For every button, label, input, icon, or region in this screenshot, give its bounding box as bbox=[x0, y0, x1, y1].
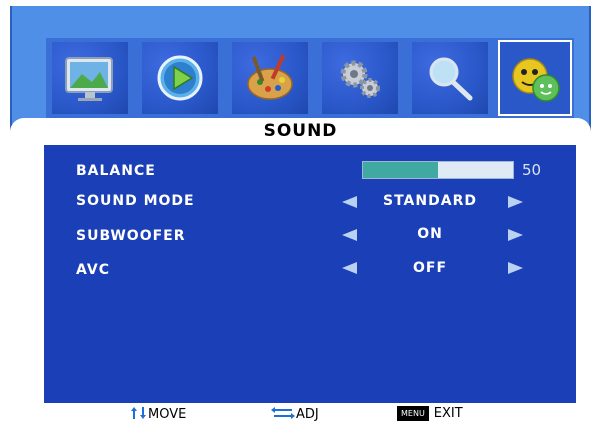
exit-hint: MENU EXIT bbox=[397, 406, 463, 421]
magnifier-icon bbox=[429, 57, 473, 101]
tab-sound[interactable] bbox=[498, 40, 572, 116]
avc-value: OFF bbox=[412, 260, 448, 276]
menu-tab-strip bbox=[46, 38, 574, 118]
menu-key-icon: MENU bbox=[397, 406, 429, 421]
palette-icon bbox=[247, 54, 293, 100]
balance-label[interactable]: BALANCE bbox=[76, 163, 156, 179]
tab-picture[interactable] bbox=[52, 42, 128, 114]
tab-playback[interactable] bbox=[142, 42, 218, 114]
exit-hint-label: EXIT bbox=[433, 406, 463, 421]
up-down-arrows-icon bbox=[131, 407, 146, 419]
footer-hints: MOVE ADJ MENU EXIT bbox=[10, 404, 591, 424]
tab-search[interactable] bbox=[412, 42, 488, 114]
sound-mode-value: STANDARD bbox=[383, 193, 477, 209]
play-icon bbox=[157, 55, 203, 101]
balance-slider[interactable] bbox=[362, 161, 514, 179]
balance-value: 50 bbox=[522, 161, 542, 179]
move-hint-label: MOVE bbox=[148, 407, 187, 422]
avc-left-arrow-icon[interactable] bbox=[342, 262, 357, 274]
menu-content bbox=[44, 145, 576, 403]
balance-slider-fill bbox=[363, 162, 438, 178]
gears-icon bbox=[340, 60, 380, 98]
page-title: SOUND bbox=[263, 121, 338, 141]
move-hint: MOVE bbox=[130, 406, 186, 422]
avc-right-arrow-icon[interactable] bbox=[508, 262, 523, 274]
sound-mode-right-arrow-icon[interactable] bbox=[508, 196, 523, 208]
subwoofer-label[interactable]: SUBWOOFER bbox=[76, 228, 186, 244]
adjust-hint: ADJ bbox=[270, 406, 319, 422]
left-right-arrows-icon bbox=[271, 407, 295, 419]
sound-face-icon bbox=[512, 58, 560, 102]
avc-label[interactable]: AVC bbox=[76, 262, 110, 278]
subwoofer-right-arrow-icon[interactable] bbox=[508, 229, 523, 241]
tab-color[interactable] bbox=[232, 42, 308, 114]
tab-setup[interactable] bbox=[322, 42, 398, 114]
adjust-hint-label: ADJ bbox=[296, 407, 319, 422]
sound-mode-label[interactable]: SOUND MODE bbox=[76, 193, 195, 209]
monitor-icon bbox=[65, 57, 113, 101]
sound-mode-left-arrow-icon[interactable] bbox=[342, 196, 357, 208]
subwoofer-left-arrow-icon[interactable] bbox=[342, 229, 357, 241]
subwoofer-value: ON bbox=[417, 226, 443, 242]
